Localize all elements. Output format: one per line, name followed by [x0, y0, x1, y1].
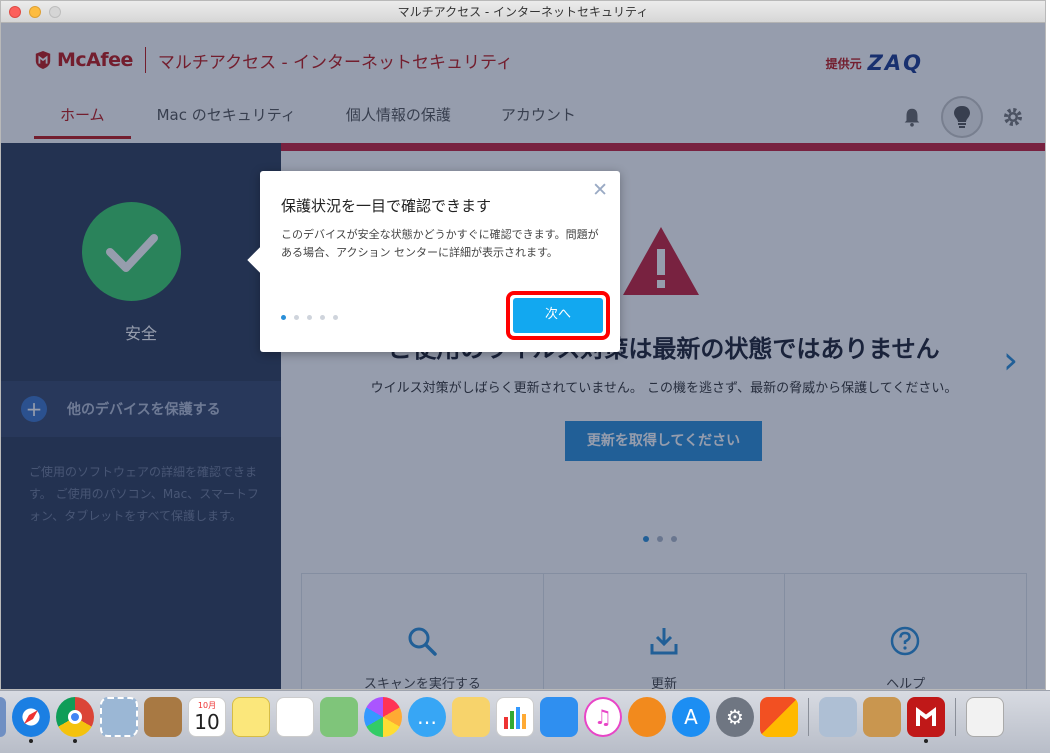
window-controls: [9, 6, 61, 18]
step-dot: [281, 315, 286, 320]
preview-icon[interactable]: [819, 697, 857, 737]
safari-icon[interactable]: [12, 697, 50, 743]
running-indicator: [29, 739, 33, 743]
popup-title: 保護状況を一目で確認できます: [281, 197, 492, 215]
dock-items: 10月 10 … ♫ A ⚙: [0, 697, 1004, 743]
books-icon[interactable]: [628, 697, 666, 737]
step-dot: [307, 315, 312, 320]
office-icon[interactable]: [760, 697, 798, 737]
calendar-icon[interactable]: 10月 10: [188, 697, 226, 737]
step-dot: [320, 315, 325, 320]
dock-separator: [808, 698, 809, 736]
step-dot: [333, 315, 338, 320]
utility-icon[interactable]: [863, 697, 901, 737]
itunes-icon[interactable]: ♫: [584, 697, 622, 737]
contacts-icon[interactable]: [144, 697, 182, 737]
macos-dock: 10月 10 … ♫ A ⚙: [0, 690, 1050, 753]
zoom-window-button[interactable]: [49, 6, 61, 18]
next-button[interactable]: 次へ: [513, 298, 603, 333]
next-button-highlight: 次へ: [506, 291, 610, 340]
running-indicator: [924, 739, 928, 743]
maps-icon[interactable]: [320, 697, 358, 737]
mcafee-icon[interactable]: [907, 697, 945, 743]
window-title: マルチアクセス - インターネットセキュリティ: [397, 5, 649, 19]
minimize-window-button[interactable]: [29, 6, 41, 18]
notes-icon[interactable]: [232, 697, 270, 737]
popup-description: このデバイスが安全な状態かどうかすぐに確認できます。問題がある場合、アクション …: [281, 228, 599, 259]
chrome-icon[interactable]: [56, 697, 94, 743]
close-icon[interactable]: ✕: [592, 179, 608, 201]
finder-icon[interactable]: [0, 697, 6, 737]
title-bar: マルチアクセス - インターネットセキュリティ: [1, 1, 1045, 23]
app-store-icon[interactable]: A: [672, 697, 710, 737]
stickies-icon[interactable]: [452, 697, 490, 737]
dock-separator: [955, 698, 956, 736]
system-preferences-icon[interactable]: ⚙: [716, 697, 754, 737]
documents-icon[interactable]: [966, 697, 1004, 737]
step-dot: [294, 315, 299, 320]
mail-stamp-icon[interactable]: [100, 697, 138, 737]
keynote-icon[interactable]: [540, 697, 578, 737]
messages-icon[interactable]: …: [408, 697, 446, 737]
reminders-icon[interactable]: [276, 697, 314, 737]
popup-step-dots: [281, 315, 338, 320]
photos-icon[interactable]: [364, 697, 402, 737]
numbers-icon[interactable]: [496, 697, 534, 737]
running-indicator: [73, 739, 77, 743]
close-window-button[interactable]: [9, 6, 21, 18]
modal-overlay: [1, 23, 1045, 689]
onboarding-popup: ✕ 保護状況を一目で確認できます このデバイスが安全な状態かどうかすぐに確認でき…: [247, 171, 620, 352]
